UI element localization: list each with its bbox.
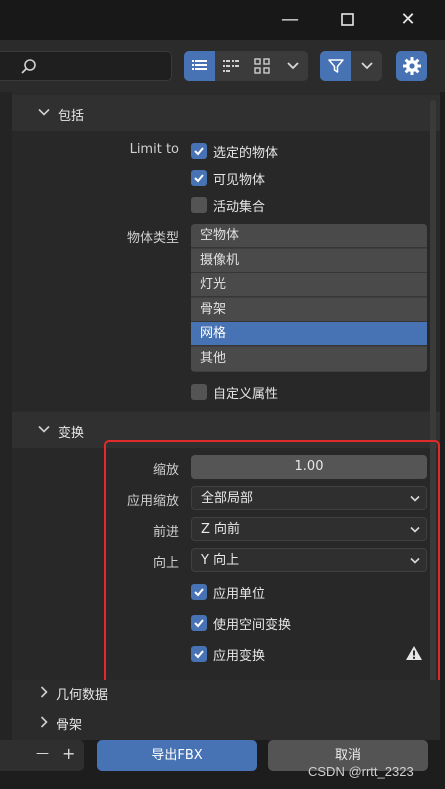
chevron-right-icon — [40, 686, 48, 698]
search-icon — [21, 59, 36, 74]
object-type-mesh[interactable]: 网格 — [191, 322, 427, 347]
close-window-button[interactable]: ✕ — [388, 0, 428, 40]
checkbox-label: 可见物体 — [213, 172, 266, 188]
checkbox-check-icon — [191, 170, 207, 186]
object-type-armature[interactable]: 骨架 — [191, 297, 427, 322]
gear-icon — [402, 57, 421, 75]
watermark-text: CSDN @rrtt_2323 — [308, 764, 414, 779]
decrement-button[interactable]: — — [36, 746, 49, 761]
limit-to-label: Limit to — [129, 142, 179, 157]
maximize-button[interactable] — [328, 0, 368, 42]
section-title: 几何数据 — [56, 688, 109, 703]
highlight-annotation-box — [104, 440, 440, 684]
checkbox-selected-objects[interactable]: 选定的物体 — [191, 142, 279, 161]
chevron-down-icon — [286, 62, 299, 70]
chevron-right-icon — [40, 716, 48, 728]
title-bar: — ✕ — [0, 0, 445, 40]
maximize-icon — [341, 13, 354, 26]
object-types-list: 空物体 摄像机 灯光 骨架 网格 其他 — [191, 224, 427, 372]
armature-section-header[interactable]: 骨架 — [12, 710, 440, 736]
filter-toggle-group — [320, 51, 382, 81]
filter-icon — [327, 59, 344, 73]
checkbox-empty-icon — [191, 197, 207, 213]
filter-button[interactable] — [320, 51, 351, 81]
display-mode-group — [184, 51, 308, 81]
object-type-empty[interactable]: 空物体 — [191, 224, 427, 248]
chevron-down-icon — [360, 62, 373, 70]
thumbnail-view-button[interactable] — [246, 51, 277, 81]
export-fbx-button[interactable]: 导出FBX — [97, 740, 257, 771]
search-input[interactable] — [0, 51, 172, 81]
checkbox-check-icon — [191, 143, 207, 159]
checkbox-empty-icon — [191, 384, 207, 400]
checkbox-active-collection[interactable]: 活动集合 — [191, 196, 266, 215]
chevron-down-icon — [38, 108, 50, 116]
checkbox-custom-properties[interactable]: 自定义属性 — [191, 383, 279, 402]
filter-options-dropdown[interactable] — [351, 51, 382, 81]
object-types-label: 物体类型 — [126, 231, 179, 246]
section-title: 骨架 — [56, 718, 83, 733]
settings-button[interactable] — [396, 51, 427, 81]
section-title: 包括 — [58, 109, 85, 124]
increment-button[interactable]: + — [62, 744, 75, 763]
include-section-header[interactable]: 包括 — [12, 95, 440, 131]
checkbox-label: 自定义属性 — [213, 386, 279, 402]
file-number-stepper: — + — [0, 740, 84, 771]
thumbnail-icon — [253, 58, 270, 74]
list-view-button[interactable] — [184, 51, 215, 81]
object-type-camera[interactable]: 摄像机 — [191, 248, 427, 273]
checkbox-visible-objects[interactable]: 可见物体 — [191, 169, 266, 188]
display-options-dropdown[interactable] — [277, 51, 308, 81]
object-type-other[interactable]: 其他 — [191, 347, 427, 371]
checkbox-label: 选定的物体 — [213, 145, 279, 161]
short-list-button[interactable] — [215, 51, 246, 81]
file-list-edge — [0, 92, 12, 740]
chevron-down-icon — [38, 425, 50, 433]
checkbox-label: 活动集合 — [213, 199, 266, 215]
geometry-section-header[interactable]: 几何数据 — [12, 680, 440, 706]
list-view-icon — [191, 60, 207, 70]
section-title: 变换 — [58, 426, 85, 441]
minimize-button[interactable]: — — [270, 0, 310, 40]
short-list-icon — [222, 60, 239, 72]
object-type-lamp[interactable]: 灯光 — [191, 273, 427, 298]
